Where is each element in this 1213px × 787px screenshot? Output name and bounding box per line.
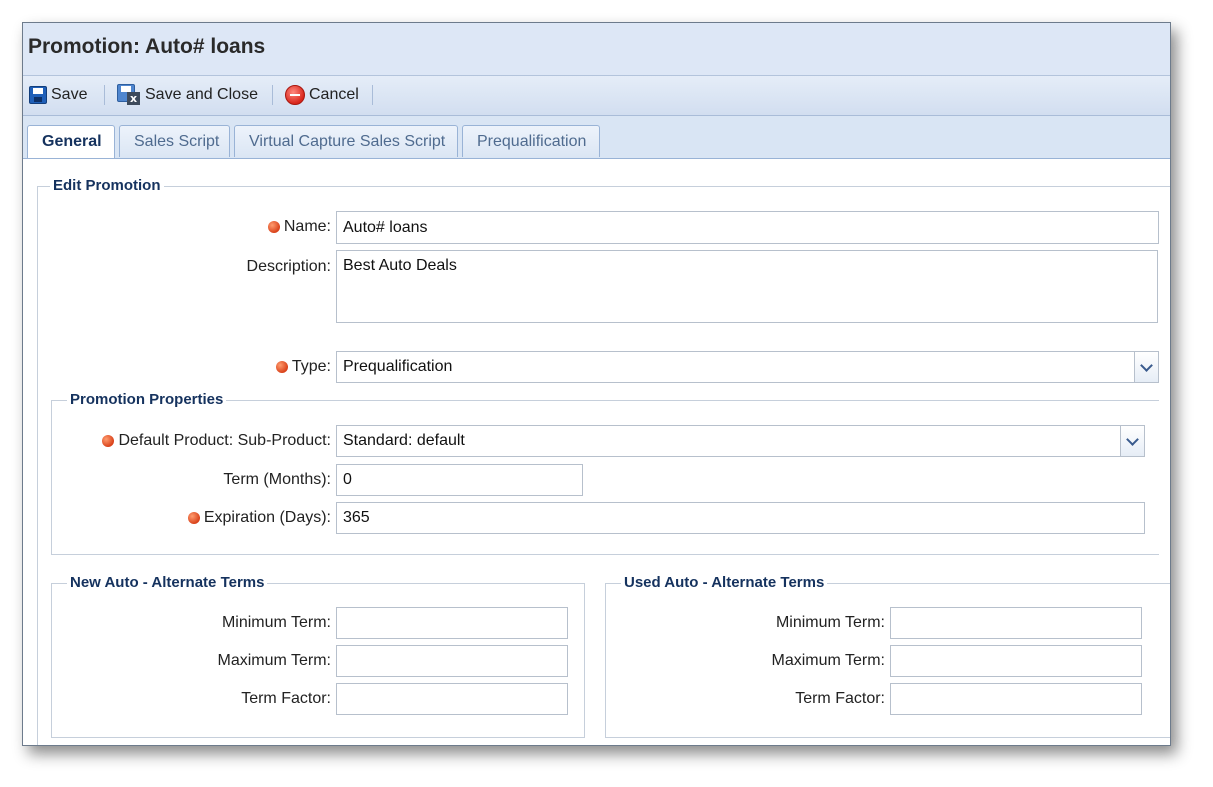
type-select[interactable]: Prequalification (336, 351, 1159, 383)
tab-virtual-capture-sales-script[interactable]: Virtual Capture Sales Script (234, 125, 458, 157)
edit-promotion-legend: Edit Promotion (50, 177, 164, 194)
used-auto-minimum-term-label: Minimum Term: (775, 614, 885, 631)
tab-general[interactable]: General (27, 125, 115, 158)
new-auto-maximum-term-label: Maximum Term: (217, 652, 332, 669)
tab-strip: General Sales Script Virtual Capture Sal… (23, 116, 1170, 159)
expiration-days-input[interactable]: 365 (336, 502, 1145, 534)
tab-prequalification[interactable]: Prequalification (462, 125, 600, 157)
expiration-days-label: Expiration (Days): (63, 502, 331, 534)
name-input[interactable]: Auto# loans (336, 211, 1159, 244)
toolbar: Save x Save and Close Cancel (23, 76, 1170, 116)
cancel-label: Cancel (309, 86, 359, 103)
default-product-dropdown-arrow[interactable] (1120, 426, 1144, 456)
cancel-circle-icon (285, 85, 305, 105)
used-auto-minimum-term-input[interactable] (890, 607, 1142, 639)
used-auto-maximum-term-input[interactable] (890, 645, 1142, 677)
promotion-properties-legend: Promotion Properties (67, 391, 227, 408)
floppy-disk-close-icon: x (117, 84, 141, 106)
save-label: Save (51, 86, 88, 103)
save-and-close-button[interactable]: x Save and Close (117, 84, 258, 106)
promotion-window: Promotion: Auto# loans Save x Save and C… (22, 22, 1171, 746)
toolbar-separator (272, 85, 273, 105)
required-dot-icon (187, 512, 200, 524)
save-button[interactable]: Save (29, 84, 87, 106)
description-label: Description: (246, 258, 331, 275)
required-dot-icon (275, 361, 288, 373)
toolbar-separator (372, 85, 373, 105)
type-dropdown-arrow[interactable] (1134, 352, 1158, 382)
new-auto-legend: New Auto - Alternate Terms (67, 574, 268, 591)
name-label: Name: (83, 211, 331, 243)
used-auto-legend: Used Auto - Alternate Terms (621, 574, 828, 591)
cancel-button[interactable]: Cancel (285, 84, 359, 106)
new-auto-term-factor-input[interactable] (336, 683, 568, 715)
used-auto-term-factor-input[interactable] (890, 683, 1142, 715)
window-title: Promotion: Auto# loans (28, 35, 266, 58)
term-months-input[interactable]: 0 (336, 464, 583, 496)
floppy-disk-icon (29, 86, 47, 104)
new-auto-minimum-term-input[interactable] (336, 607, 568, 639)
required-dot-icon (267, 221, 280, 233)
default-product-select-value: Standard: default (343, 432, 465, 449)
general-tab-content: Edit Promotion Name: Auto# loans Descrip… (23, 159, 1170, 745)
used-auto-maximum-term-label: Maximum Term: (771, 652, 886, 669)
used-auto-term-factor-label: Term Factor: (795, 690, 885, 707)
type-label: Type: (83, 351, 331, 383)
default-product-label: Default Product: Sub-Product: (63, 425, 331, 457)
toolbar-separator (104, 85, 105, 105)
default-product-select[interactable]: Standard: default (336, 425, 1145, 457)
new-auto-maximum-term-input[interactable] (336, 645, 568, 677)
title-bar: Promotion: Auto# loans (23, 23, 1170, 76)
new-auto-minimum-term-label: Minimum Term: (221, 614, 331, 631)
required-dot-icon (102, 435, 115, 447)
chevron-down-icon (1140, 358, 1153, 372)
type-select-value: Prequalification (343, 358, 453, 375)
description-textarea[interactable]: Best Auto Deals (336, 250, 1158, 323)
new-auto-term-factor-label: Term Factor: (241, 690, 331, 707)
term-months-label: Term (Months): (223, 471, 331, 488)
save-and-close-label: Save and Close (145, 86, 258, 103)
chevron-down-icon (1126, 432, 1139, 446)
tab-sales-script[interactable]: Sales Script (119, 125, 230, 157)
